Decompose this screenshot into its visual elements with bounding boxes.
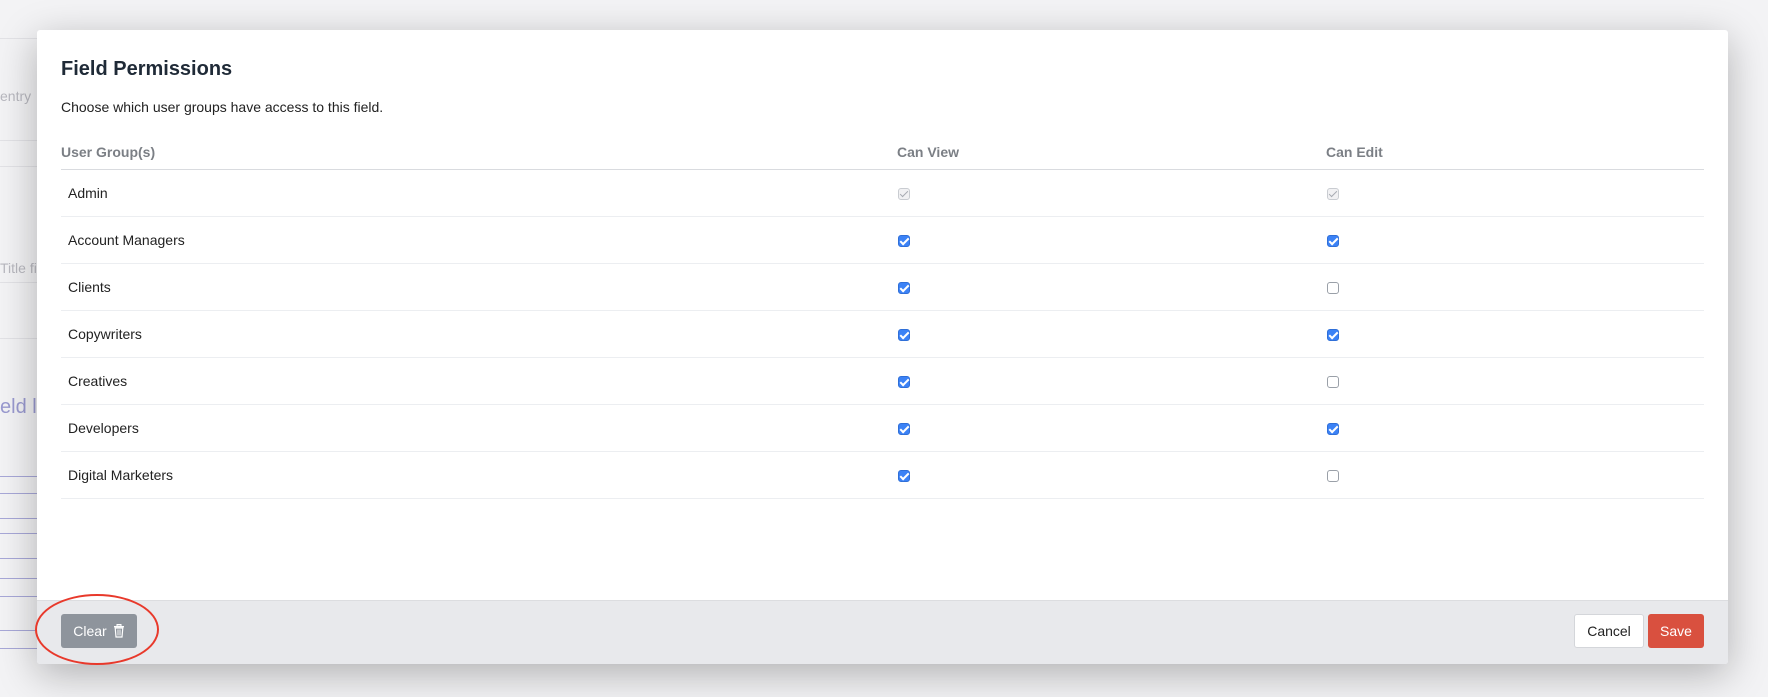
can-view-cell (897, 263, 1326, 311)
header-user-groups: User Group(s) (61, 144, 897, 170)
table-row: Admin (61, 169, 1704, 217)
table-row: Account Managers (61, 216, 1704, 264)
user-group-name: Developers (61, 404, 897, 452)
can-edit-checkbox[interactable] (1327, 281, 1339, 294)
can-edit-checkbox[interactable] (1327, 375, 1339, 388)
modal-footer: Clear Cancel Save (37, 600, 1728, 664)
bg-divider (0, 38, 40, 39)
can-view-cell (897, 451, 1326, 499)
can-edit-cell (1326, 404, 1704, 452)
bg-divider (0, 648, 40, 649)
user-group-name: Creatives (61, 357, 897, 405)
can-view-checkbox[interactable] (898, 281, 910, 294)
can-edit-cell (1326, 357, 1704, 405)
bg-divider (0, 596, 40, 597)
can-view-cell (897, 357, 1326, 405)
table-row: Creatives (61, 357, 1704, 405)
header-can-edit: Can Edit (1326, 144, 1704, 170)
save-button[interactable]: Save (1648, 614, 1704, 648)
user-group-name: Digital Marketers (61, 451, 897, 499)
can-edit-cell (1326, 263, 1704, 311)
bg-divider (0, 140, 40, 141)
bg-divider (0, 282, 40, 283)
can-edit-cell (1326, 451, 1704, 499)
can-view-checkbox[interactable] (898, 328, 910, 341)
can-edit-checkbox (1327, 187, 1339, 200)
can-view-cell (897, 404, 1326, 452)
permissions-table: User Group(s) Can View Can Edit Admin Acc… (61, 144, 1704, 499)
trash-icon (113, 624, 125, 638)
can-view-checkbox[interactable] (898, 422, 910, 435)
bg-divider (0, 166, 40, 167)
bg-divider (0, 533, 40, 534)
can-view-cell (897, 310, 1326, 358)
can-edit-checkbox[interactable] (1327, 234, 1339, 247)
can-edit-checkbox[interactable] (1327, 328, 1339, 341)
bg-divider (0, 558, 40, 559)
user-group-name: Copywriters (61, 310, 897, 358)
bg-fragment-entry: entry (0, 88, 32, 104)
can-edit-cell (1326, 216, 1704, 264)
clear-button[interactable]: Clear (61, 614, 137, 648)
bg-divider (0, 493, 40, 494)
bg-divider (0, 338, 40, 339)
user-group-name: Clients (61, 263, 897, 311)
header-can-view: Can View (897, 144, 1326, 170)
clear-button-label: Clear (73, 623, 107, 639)
can-view-cell (897, 169, 1326, 217)
can-edit-checkbox[interactable] (1327, 469, 1339, 482)
can-view-checkbox[interactable] (898, 375, 910, 388)
modal-body: Field Permissions Choose which user grou… (37, 30, 1728, 499)
bg-divider (0, 518, 40, 519)
permissions-table-body: Admin Account Managers Clients Copywriters C… (61, 169, 1704, 499)
bg-divider (0, 476, 40, 477)
table-header-row: User Group(s) Can View Can Edit (61, 144, 1704, 170)
can-edit-cell (1326, 310, 1704, 358)
cancel-button[interactable]: Cancel (1574, 614, 1644, 648)
table-row: Digital Marketers (61, 451, 1704, 499)
can-edit-checkbox[interactable] (1327, 422, 1339, 435)
can-view-checkbox[interactable] (898, 234, 910, 247)
table-row: Copywriters (61, 310, 1704, 358)
bg-divider (0, 630, 40, 631)
bg-fragment-title: Title fi (0, 260, 37, 276)
modal-description: Choose which user groups have access to … (61, 99, 384, 115)
user-group-name: Admin (61, 169, 897, 217)
can-view-checkbox (898, 187, 910, 200)
field-permissions-modal: Field Permissions Choose which user grou… (37, 30, 1728, 664)
user-group-name: Account Managers (61, 216, 897, 264)
modal-title: Field Permissions (61, 58, 233, 80)
can-view-checkbox[interactable] (898, 469, 910, 482)
bg-divider (0, 578, 40, 579)
table-row: Clients (61, 263, 1704, 311)
can-edit-cell (1326, 169, 1704, 217)
can-view-cell (897, 216, 1326, 264)
table-row: Developers (61, 404, 1704, 452)
